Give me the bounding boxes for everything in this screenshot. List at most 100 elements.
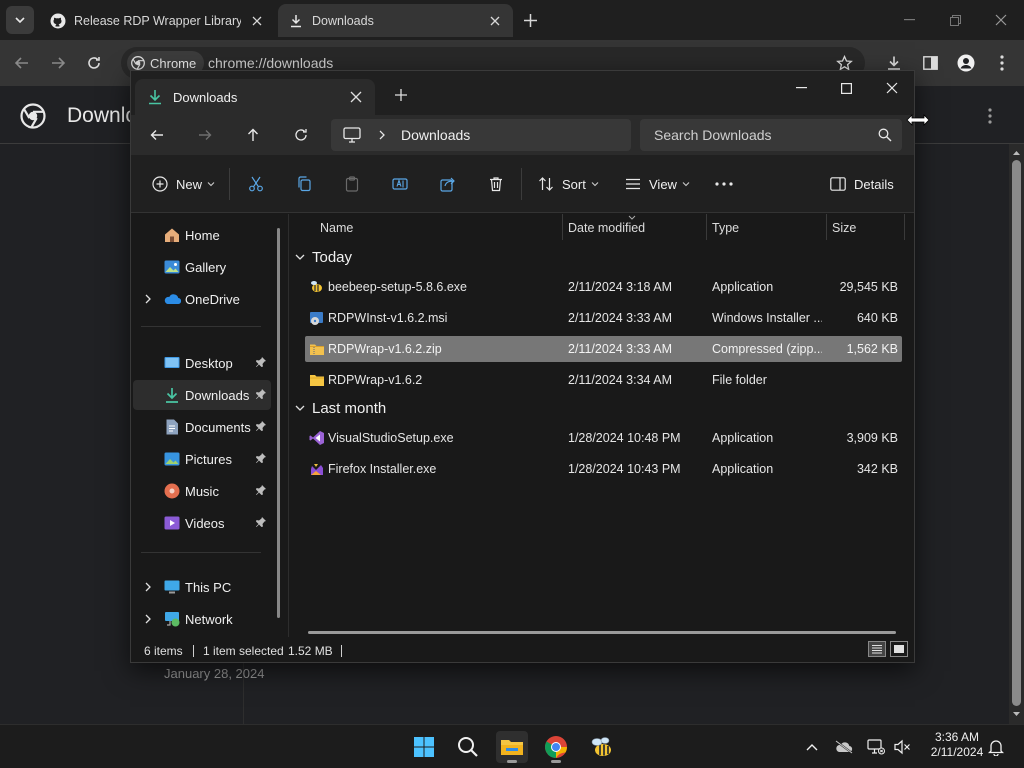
column-header-size[interactable]: Size [832, 214, 856, 242]
this-pc-icon [343, 127, 361, 143]
forward-button[interactable] [46, 51, 70, 75]
column-header-name[interactable]: Name [320, 214, 353, 242]
side-panel-button[interactable] [918, 51, 942, 75]
search-button[interactable] [452, 731, 484, 763]
close-tab-icon[interactable] [349, 90, 363, 104]
scrollbar-thumb[interactable] [1012, 160, 1021, 706]
pin-icon[interactable] [255, 420, 267, 432]
explorer-refresh-button[interactable] [291, 125, 311, 145]
group-header-last-month[interactable]: Last month [294, 397, 386, 419]
restore-button[interactable] [943, 8, 967, 32]
chevron-right-icon[interactable] [143, 582, 153, 592]
show-hidden-icons-button[interactable] [802, 737, 822, 757]
explorer-minimize-button[interactable] [786, 76, 816, 100]
paste-button[interactable] [343, 172, 361, 196]
group-header-today[interactable]: Today [294, 246, 352, 268]
explorer-maximize-button[interactable] [831, 76, 861, 100]
reload-button[interactable] [82, 51, 106, 75]
back-button[interactable] [10, 51, 34, 75]
copy-button[interactable] [295, 172, 313, 196]
profile-button[interactable] [954, 51, 978, 75]
delete-button[interactable] [487, 172, 505, 196]
file-row[interactable]: RDPWrap-v1.6.2 2/11/2024 3:34 AM File fo… [305, 367, 902, 393]
column-separator[interactable] [826, 214, 827, 240]
column-header-type[interactable]: Type [712, 214, 739, 242]
clock-time: 3:36 AM [934, 730, 980, 744]
plus-icon[interactable] [393, 87, 409, 103]
share-button[interactable] [439, 172, 457, 196]
explorer-close-button[interactable] [877, 76, 907, 100]
explorer-back-button[interactable] [147, 125, 167, 145]
nav-item-videos[interactable]: Videos [133, 508, 271, 538]
column-separator[interactable] [706, 214, 707, 240]
column-separator[interactable] [904, 214, 905, 240]
minimize-button[interactable] [897, 8, 921, 32]
file-type: Windows Installer ... [712, 311, 822, 325]
explorer-tab-downloads[interactable]: Downloads [135, 79, 375, 115]
address-bar[interactable]: Downloads [331, 119, 631, 151]
url-text[interactable]: chrome://downloads [208, 55, 333, 71]
tiles-view-button[interactable] [890, 641, 908, 657]
view-button[interactable]: View [624, 172, 690, 196]
close-window-button[interactable] [989, 8, 1013, 32]
new-button[interactable]: New [151, 172, 215, 196]
close-tab-icon[interactable] [249, 13, 265, 29]
network-tray-icon[interactable] [866, 737, 886, 757]
cut-button[interactable] [247, 172, 265, 196]
chevron-right-icon[interactable] [143, 294, 153, 304]
nav-item-home[interactable]: Home [133, 220, 271, 250]
nav-item-documents[interactable]: Documents [133, 412, 271, 442]
taskbar-beebeep[interactable] [586, 731, 618, 763]
pin-icon[interactable] [255, 516, 267, 528]
pin-icon[interactable] [255, 452, 267, 464]
tab-search-button[interactable] [6, 6, 34, 34]
file-row[interactable]: RDPWInst-v1.6.2.msi 2/11/2024 3:33 AM Wi… [305, 305, 902, 331]
see-more-button[interactable] [715, 172, 733, 196]
horizontal-scrollbar[interactable] [308, 631, 896, 634]
nav-item-network[interactable]: Network [133, 604, 271, 634]
nav-item-downloads[interactable]: Downloads [133, 380, 271, 410]
taskbar-file-explorer[interactable] [496, 731, 528, 763]
scroll-down-icon[interactable] [1012, 710, 1021, 719]
file-row[interactable]: Firefox Installer.exe 1/28/2024 10:43 PM… [305, 456, 902, 482]
search-input[interactable]: Search Downloads [640, 119, 902, 151]
nav-item-desktop[interactable]: Desktop [133, 348, 271, 378]
taskbar-chrome[interactable] [540, 731, 572, 763]
details-pane-button[interactable]: Details [829, 172, 894, 196]
file-row[interactable]: beebeep-setup-5.8.6.exe 2/11/2024 3:18 A… [305, 274, 902, 300]
downloads-menu-button[interactable] [978, 104, 1002, 128]
chevron-right-icon[interactable] [143, 614, 153, 624]
file-row-selected[interactable]: RDPWrap-v1.6.2.zip 2/11/2024 3:33 AM Com… [305, 336, 902, 362]
close-tab-icon[interactable] [487, 13, 503, 29]
column-separator[interactable] [562, 214, 563, 240]
breadcrumb-downloads[interactable]: Downloads [401, 127, 470, 143]
rename-button[interactable] [391, 172, 409, 196]
details-view-button[interactable] [868, 641, 886, 657]
chrome-menu-button[interactable] [990, 51, 1014, 75]
pin-icon[interactable] [255, 484, 267, 496]
page-scrollbar[interactable] [1009, 144, 1024, 724]
nav-scrollbar[interactable] [277, 228, 280, 618]
nav-item-music[interactable]: Music [133, 476, 271, 506]
notifications-button[interactable] [986, 737, 1006, 757]
tab-downloads[interactable]: Downloads [278, 4, 513, 37]
taskbar-clock[interactable]: 3:36 AM 2/11/2024 [922, 730, 992, 760]
pin-icon[interactable] [255, 388, 267, 400]
nav-item-gallery[interactable]: Gallery [133, 252, 271, 282]
explorer-up-button[interactable] [243, 125, 263, 145]
nav-item-this-pc[interactable]: This PC [133, 572, 271, 602]
chevron-right-icon[interactable] [377, 130, 387, 140]
file-row[interactable]: VisualStudioSetup.exe 1/28/2024 10:48 PM… [305, 425, 902, 451]
onedrive-tray-icon[interactable] [834, 737, 854, 757]
nav-item-onedrive[interactable]: OneDrive [133, 284, 271, 314]
volume-tray-icon[interactable] [892, 737, 912, 757]
tab-github-release[interactable]: Release RDP Wrapper Library v [40, 4, 275, 37]
new-tab-button[interactable] [520, 10, 540, 30]
scroll-up-icon[interactable] [1012, 148, 1021, 157]
column-header-date[interactable]: Date modified [568, 214, 645, 242]
sort-button[interactable]: Sort [537, 172, 599, 196]
pin-icon[interactable] [255, 356, 267, 368]
nav-item-pictures[interactable]: Pictures [133, 444, 271, 474]
explorer-forward-button[interactable] [195, 125, 215, 145]
start-button[interactable] [408, 731, 440, 763]
